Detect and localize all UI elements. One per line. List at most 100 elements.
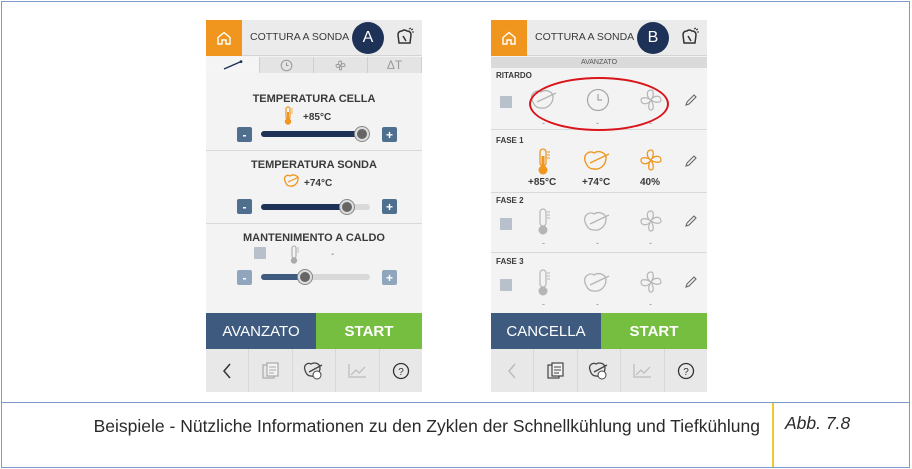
- nav-back[interactable]: [206, 349, 250, 392]
- graph-icon: [633, 363, 652, 378]
- screen-a: COTTURA A SONDA A ΔT TEMPERATURA CELLA +…: [206, 20, 422, 392]
- probe-mode-icon[interactable]: [394, 26, 416, 48]
- decrease-button[interactable]: -: [237, 127, 252, 142]
- page-title: COTTURA A SONDA: [535, 31, 635, 43]
- slider-knob[interactable]: [355, 127, 369, 141]
- recipe-book-icon: [262, 361, 279, 379]
- divider: [206, 150, 422, 151]
- decrease-button[interactable]: -: [237, 270, 252, 285]
- page-title: COTTURA A SONDA: [250, 31, 350, 43]
- advanced-button[interactable]: AVANZATO: [206, 313, 316, 349]
- setting-title-probe-temp: TEMPERATURA SONDA: [251, 159, 377, 171]
- nav-help[interactable]: ?: [380, 349, 422, 392]
- decrease-button[interactable]: -: [237, 199, 252, 214]
- caption-separator: [772, 403, 774, 467]
- chamber-temp-slider[interactable]: [261, 127, 370, 141]
- nav-probe-cooking[interactable]: [293, 349, 337, 392]
- keep-warm-checkbox[interactable]: [254, 247, 266, 259]
- fan-icon: [640, 149, 662, 171]
- nav-back[interactable]: [491, 349, 535, 392]
- phase-value: -: [596, 299, 599, 309]
- callout-badge-b: B: [637, 22, 669, 54]
- phase-value: -: [542, 299, 545, 309]
- probe-food-icon: [583, 150, 610, 170]
- home-button[interactable]: [206, 20, 242, 56]
- phase-label-2: FASE 2: [496, 196, 524, 205]
- phase-value: +85°C: [528, 177, 557, 188]
- thermometer-icon: [538, 148, 550, 175]
- figure-reference: Abb. 7.8: [785, 413, 851, 433]
- setting-title-chamber-temp: TEMPERATURA CELLA: [252, 93, 376, 105]
- nav-graph[interactable]: [621, 349, 665, 392]
- figure-frame: [1, 1, 910, 468]
- callout-badge-a: A: [352, 22, 384, 54]
- slider-fill: [261, 131, 361, 137]
- edit-icon[interactable]: [684, 154, 698, 168]
- slider-knob[interactable]: [340, 200, 354, 214]
- probe-mode-icon[interactable]: [679, 26, 701, 48]
- fan-icon: [335, 60, 346, 70]
- phase-value: +74°C: [582, 177, 611, 188]
- edit-icon[interactable]: [684, 275, 698, 289]
- start-button[interactable]: START: [601, 313, 707, 349]
- phase-value: 40%: [640, 177, 661, 188]
- delta-t-icon: ΔT: [386, 58, 403, 72]
- top-bar: COTTURA A SONDA B: [491, 20, 707, 56]
- thermometer-icon: [538, 269, 550, 296]
- fan-icon: [640, 210, 662, 232]
- setting-title-keep-warm: MANTENIMENTO A CALDO: [243, 232, 385, 244]
- increase-button[interactable]: +: [382, 199, 397, 214]
- phase-value: -: [542, 238, 545, 248]
- phase-label-3: FASE 3: [496, 257, 524, 266]
- nav-recipe-book[interactable]: [249, 349, 293, 392]
- tab-probe[interactable]: [206, 57, 260, 73]
- probe-temp-slider[interactable]: [261, 200, 370, 214]
- thermometer-icon: [284, 106, 293, 125]
- phase-value: -: [649, 238, 652, 248]
- edit-icon[interactable]: [684, 93, 698, 107]
- delay-checkbox[interactable]: [500, 96, 512, 108]
- increase-button[interactable]: +: [382, 270, 397, 285]
- phase-2-checkbox[interactable]: [500, 218, 512, 230]
- bottom-nav: ?: [206, 349, 422, 392]
- help-icon: ?: [392, 362, 409, 379]
- back-icon: [223, 363, 231, 378]
- phase-3-checkbox[interactable]: [500, 279, 512, 291]
- setting-value-keep-warm: -: [331, 249, 335, 260]
- highlight-ellipse: [529, 77, 669, 131]
- probe-food-icon: [584, 273, 610, 292]
- increase-button[interactable]: +: [382, 127, 397, 142]
- start-button[interactable]: START: [316, 313, 422, 349]
- edit-icon[interactable]: [684, 214, 698, 228]
- nav-graph[interactable]: [336, 349, 380, 392]
- divider: [491, 192, 707, 193]
- divider: [206, 223, 422, 224]
- back-icon: [508, 363, 516, 378]
- tab-fan[interactable]: [314, 57, 368, 73]
- home-icon: [502, 31, 516, 45]
- phase-value: -: [596, 238, 599, 248]
- probe-cooking-icon: [588, 361, 608, 379]
- top-bar: COTTURA A SONDA A: [206, 20, 422, 56]
- graph-icon: [348, 363, 367, 378]
- figure-caption: Beispiele - Nützliche Informationen zu d…: [93, 416, 760, 436]
- probe-cooking-icon: [303, 361, 323, 379]
- fan-icon: [640, 271, 662, 293]
- nav-recipe-book[interactable]: [534, 349, 578, 392]
- keep-warm-slider[interactable]: [261, 270, 370, 284]
- divider: [491, 252, 707, 253]
- thermometer-icon: [290, 245, 299, 264]
- help-symbol: ?: [398, 367, 404, 378]
- tab-timer[interactable]: [260, 57, 314, 73]
- nav-help[interactable]: ?: [665, 349, 707, 392]
- phase-label-1: FASE 1: [496, 136, 524, 145]
- cancel-button[interactable]: CANCELLA: [491, 313, 601, 349]
- home-icon: [217, 31, 231, 45]
- slider-knob[interactable]: [298, 270, 312, 284]
- nav-probe-cooking[interactable]: [578, 349, 622, 392]
- clock-icon: [280, 59, 293, 71]
- slider-fill: [261, 204, 347, 210]
- home-button[interactable]: [491, 20, 527, 56]
- probe-food-icon: [283, 174, 300, 187]
- tab-delta-t[interactable]: ΔT: [368, 57, 422, 73]
